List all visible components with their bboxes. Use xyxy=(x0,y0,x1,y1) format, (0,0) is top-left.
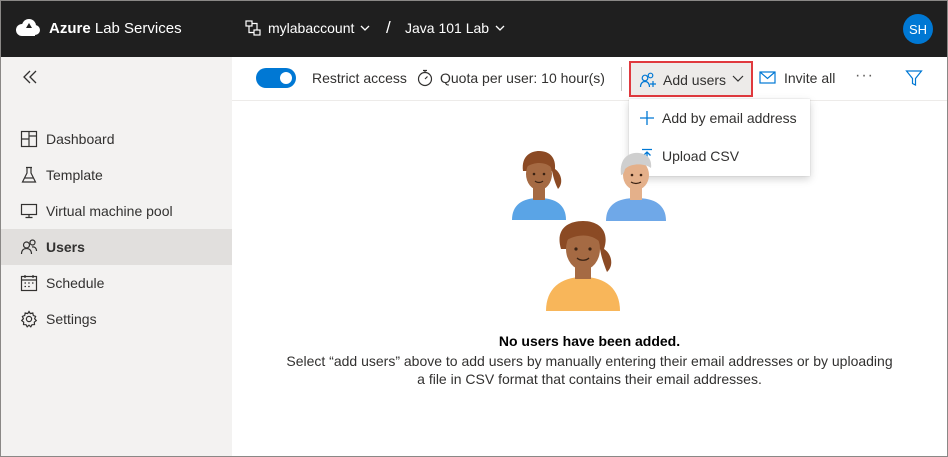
add-users-button[interactable]: Add users xyxy=(629,61,753,97)
toolbar-divider xyxy=(621,67,622,91)
sidebar-item-settings[interactable]: Settings xyxy=(1,301,232,337)
stopwatch-icon xyxy=(417,69,433,87)
sidebar: Dashboard Template Virtual machine pool xyxy=(1,57,232,456)
command-bar: Restrict access Quota per user: 10 hour(… xyxy=(232,57,947,101)
sidebar-item-schedule[interactable]: Schedule xyxy=(1,265,232,301)
users-illustration xyxy=(512,151,666,311)
lab-name: Java 101 Lab xyxy=(405,20,490,36)
chevron-down-icon xyxy=(495,25,505,31)
mail-icon xyxy=(759,71,776,84)
breadcrumb-separator: / xyxy=(386,18,391,37)
more-options-button[interactable]: ··· xyxy=(855,67,874,85)
sidebar-item-label: Users xyxy=(46,239,85,255)
calendar-icon xyxy=(20,275,38,292)
restrict-access-toggle[interactable] xyxy=(256,68,296,88)
app-window: Azure Lab Services mylabaccount / Java 1… xyxy=(0,0,948,457)
menu-item-label: Add by email address xyxy=(662,110,797,126)
person-one-figure xyxy=(512,151,566,220)
invite-all-button[interactable]: Invite all xyxy=(784,70,835,86)
sidebar-item-label: Dashboard xyxy=(46,131,115,147)
add-user-icon xyxy=(639,72,656,88)
filter-icon[interactable] xyxy=(905,69,923,87)
person-three-figure xyxy=(546,221,620,311)
top-bar: Azure Lab Services mylabaccount / Java 1… xyxy=(1,1,947,57)
sidebar-item-label: Template xyxy=(46,167,103,183)
sidebar-item-users[interactable]: Users xyxy=(1,229,232,265)
user-avatar[interactable]: SH xyxy=(903,14,933,44)
empty-state-description: Select “add users” above to add users by… xyxy=(286,353,893,387)
monitor-icon xyxy=(20,203,38,219)
sidebar-nav: Dashboard Template Virtual machine pool xyxy=(1,121,232,337)
sidebar-item-label: Settings xyxy=(46,311,97,327)
empty-state-title: No users have been added. xyxy=(498,333,681,349)
sidebar-item-label: Virtual machine pool xyxy=(46,203,173,219)
sidebar-item-dashboard[interactable]: Dashboard xyxy=(1,121,232,157)
restrict-access-label: Restrict access xyxy=(312,70,407,86)
sidebar-item-label: Schedule xyxy=(46,275,105,291)
app-title: Azure Lab Services xyxy=(49,20,182,37)
lab-account-icon xyxy=(245,20,261,36)
users-icon xyxy=(20,239,38,255)
azure-lab-logo-icon[interactable] xyxy=(16,18,40,38)
sidebar-item-vm-pool[interactable]: Virtual machine pool xyxy=(1,193,232,229)
person-two-figure xyxy=(606,152,666,221)
lab-picker[interactable]: Java 101 Lab xyxy=(405,20,505,36)
add-users-label: Add users xyxy=(663,72,727,88)
add-by-email-menu-item[interactable]: Add by email address xyxy=(629,99,810,137)
plus-icon xyxy=(640,111,654,125)
chevron-down-icon xyxy=(732,75,744,82)
gear-icon xyxy=(20,310,38,328)
lab-account-picker[interactable]: mylabaccount xyxy=(245,20,370,36)
sidebar-item-template[interactable]: Template xyxy=(1,157,232,193)
collapse-sidebar-icon[interactable] xyxy=(21,69,41,85)
flask-icon xyxy=(21,166,37,183)
dashboard-icon xyxy=(20,130,38,148)
chevron-down-icon xyxy=(360,25,370,31)
quota-per-user[interactable]: Quota per user: 10 hour(s) xyxy=(440,70,605,86)
lab-account-name: mylabaccount xyxy=(268,20,355,36)
